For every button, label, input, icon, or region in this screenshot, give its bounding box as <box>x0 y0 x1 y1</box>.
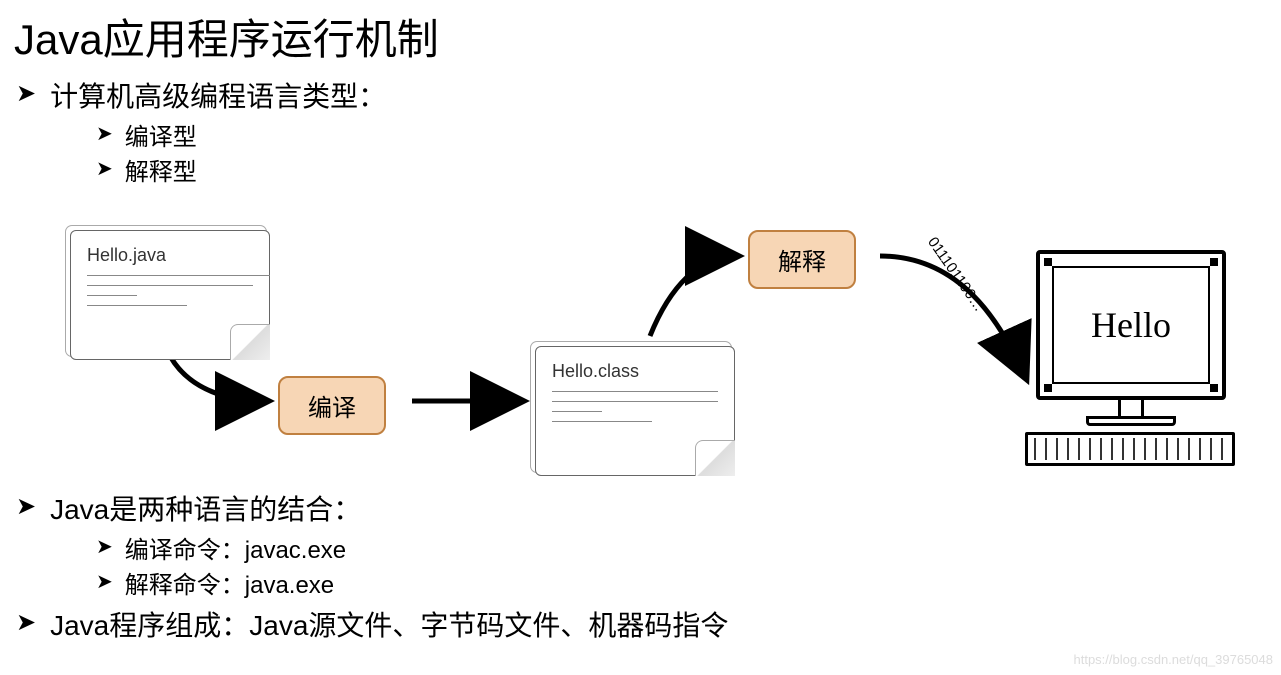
bullet-arrow-icon: ➤ <box>96 121 113 146</box>
section2-text: Java是两种语言的结合： <box>50 488 361 528</box>
watermark: https://blog.csdn.net/qq_39765048 <box>1074 652 1274 667</box>
bullet-arrow-icon: ➤ <box>16 492 36 521</box>
interpret-step-box: 解释 <box>748 230 856 289</box>
bullet-arrow-icon: ➤ <box>16 608 36 637</box>
monitor-icon: Hello <box>1036 250 1226 400</box>
source-file-label: Hello.java <box>87 245 253 266</box>
section2-heading: ➤ Java是两种语言的结合： <box>16 488 1281 528</box>
bullet-arrow-icon: ➤ <box>96 569 113 594</box>
section2-item-0: ➤ 编译命令：javac.exe <box>96 530 1281 565</box>
section2-item-label: 编译命令：javac.exe <box>125 530 346 565</box>
section1-heading: ➤ 计算机高级编程语言类型： <box>16 75 1281 115</box>
class-file-label: Hello.class <box>552 361 718 382</box>
section1-item-label: 解释型 <box>125 152 197 187</box>
section2-item-1: ➤ 解释命令：java.exe <box>96 565 1281 600</box>
computer-icon: Hello <box>1030 250 1230 470</box>
class-file-icon: Hello.class <box>535 346 735 476</box>
section3-heading: ➤ Java程序组成：Java源文件、字节码文件、机器码指令 <box>16 604 1281 644</box>
source-file-icon: Hello.java <box>70 230 270 360</box>
keyboard-icon <box>1025 432 1235 466</box>
section1-text: 计算机高级编程语言类型： <box>50 75 386 115</box>
bullet-arrow-icon: ➤ <box>96 534 113 559</box>
bullet-arrow-icon: ➤ <box>96 156 113 181</box>
screen-output: Hello <box>1052 266 1210 384</box>
interpret-label: 解释 <box>778 249 826 276</box>
page-title: Java应用程序运行机制 <box>14 6 1281 67</box>
section2-item-label: 解释命令：java.exe <box>125 565 334 600</box>
section1-item-label: 编译型 <box>125 117 197 152</box>
section1-item-1: ➤ 解释型 <box>96 152 1281 187</box>
section3-text: Java程序组成：Java源文件、字节码文件、机器码指令 <box>50 604 728 644</box>
bullet-arrow-icon: ➤ <box>16 79 36 108</box>
compile-label: 编译 <box>308 395 356 422</box>
compile-step-box: 编译 <box>278 376 386 435</box>
flow-diagram: Hello.java 编译 Hello.class 解释 011101100… … <box>0 206 1280 486</box>
section1-item-0: ➤ 编译型 <box>96 117 1281 152</box>
